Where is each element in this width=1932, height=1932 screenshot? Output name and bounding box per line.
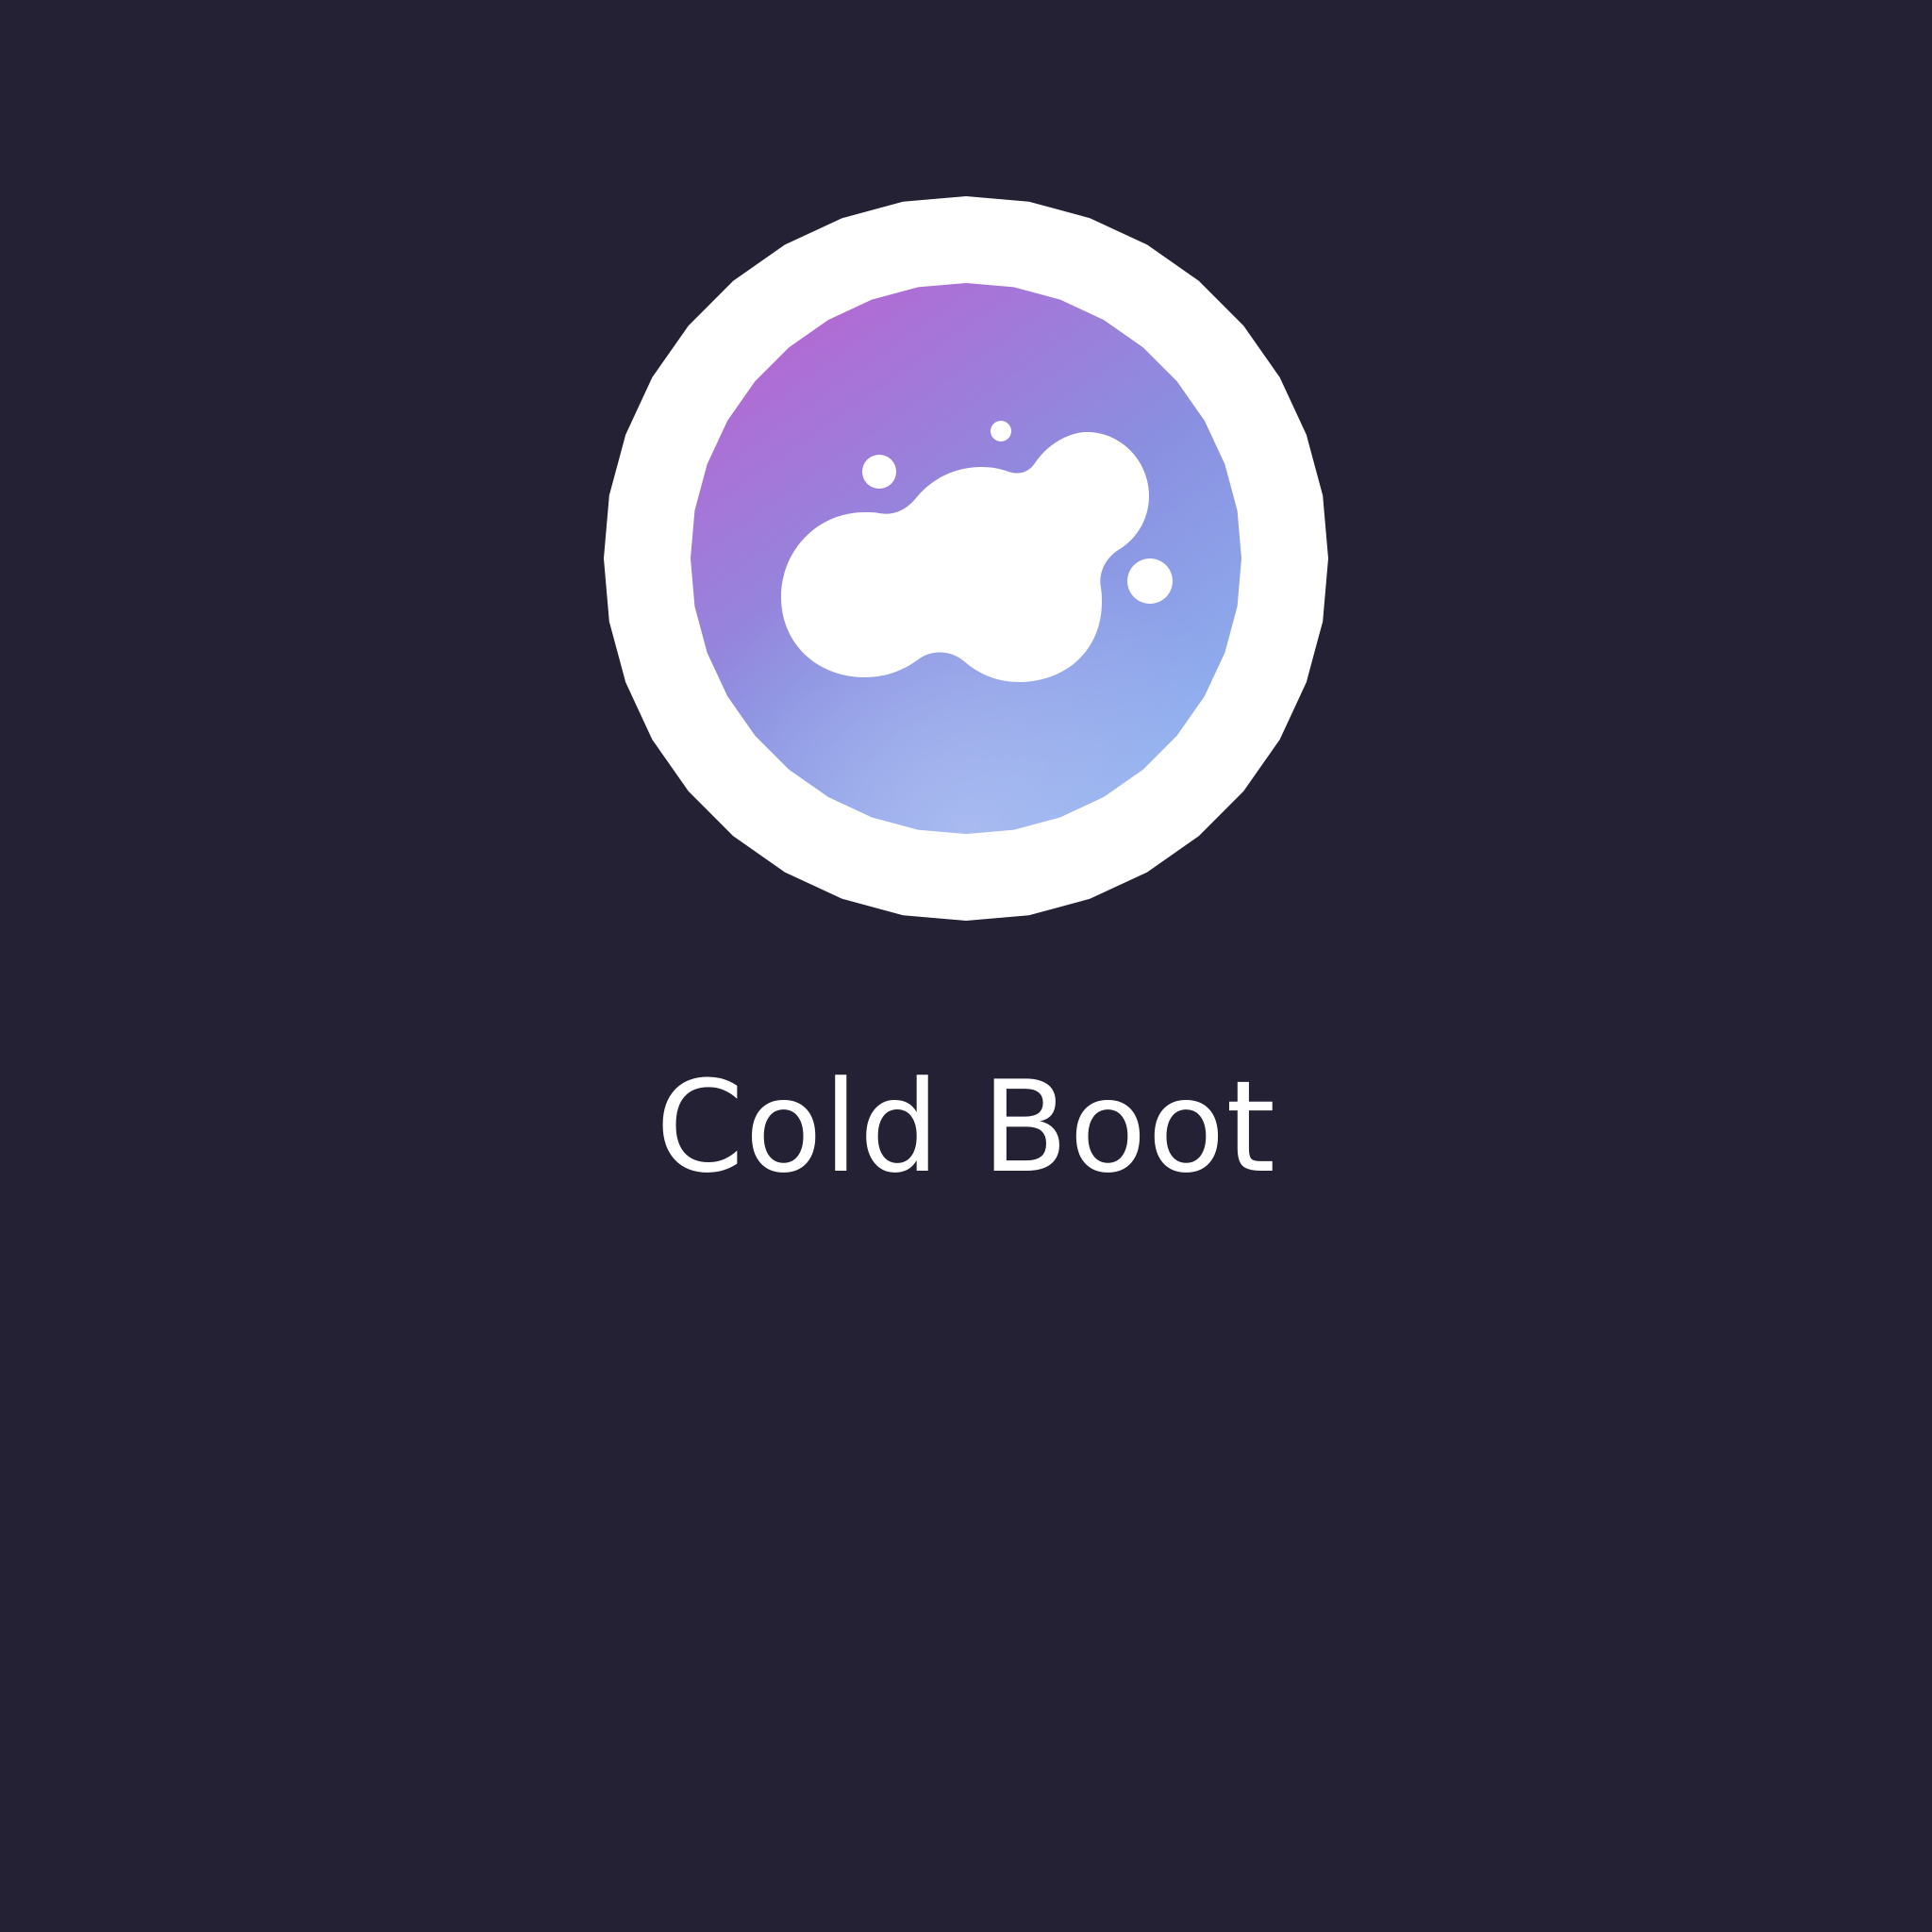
bubble-tiny-icon	[991, 421, 1011, 441]
app-logo	[604, 196, 1328, 921]
bubble-small-icon	[862, 455, 896, 489]
app-title: Cold Boot	[656, 1054, 1276, 1201]
bubble-medium-icon	[1127, 558, 1173, 604]
